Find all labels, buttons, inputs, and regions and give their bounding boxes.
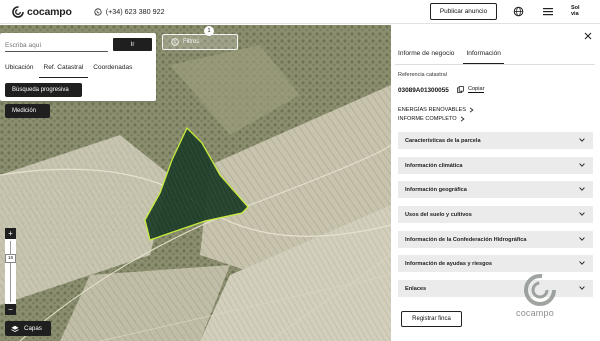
publish-listing-button[interactable]: Publicar anuncio [430,3,497,20]
accordion-label: Información de la Confederación Hidrográ… [405,236,527,243]
chevron-down-icon [579,187,585,191]
accordion-parcel-characteristics[interactable]: Características de la parcela [398,132,593,149]
panel-tabs: Informe de negocio Información [395,45,595,65]
close-icon[interactable] [584,32,592,40]
renewable-energy-label: ENERGÍAS RENOVABLES [398,107,466,113]
tab-informacion[interactable]: Información [463,45,504,64]
chevron-down-icon [579,163,585,167]
tab-ubicacion[interactable]: Ubicación [0,57,39,78]
cadastral-ref-value: 03089A01300055 [398,87,449,94]
accordion-label: Información geográfica [405,186,467,193]
info-panel: Informe de negocio Información Referenci… [391,25,600,341]
accordion-hydrographic-info[interactable]: Información de la Confederación Hidrográ… [398,231,593,248]
filters-button[interactable]: Filtros [162,34,238,50]
measure-button[interactable]: Medición [5,104,50,118]
chevron-down-icon [579,286,585,290]
copy-button[interactable]: Copiar [457,86,485,93]
satellite-map[interactable]: Ir Ubicación Ref. Catastral Coordenadas … [0,25,391,341]
register-property-button[interactable]: Registrar finca [401,311,462,327]
filters-count-badge: 1 [204,26,214,36]
accordion-climate-info[interactable]: Información climática [398,157,593,174]
top-header: cocampo (+34) 623 380 922 Publicar anunc… [0,0,600,24]
filter-icon [171,38,179,46]
accordion-label: Usos del suelo y cultivos [405,211,472,218]
whatsapp-icon [94,7,102,16]
accordion-label: Información de ayudas y riesgos [405,260,493,267]
chevron-down-icon [579,261,585,265]
chevron-right-icon [460,116,465,122]
tab-informe-negocio[interactable]: Informe de negocio [395,45,457,64]
phone-number: (+34) 623 380 922 [105,7,165,16]
accordion-land-use[interactable]: Usos del suelo y cultivos [398,206,593,223]
zoom-out-button[interactable]: − [5,304,16,315]
search-mode-tabs: Ubicación Ref. Catastral Coordenadas [0,57,156,78]
renewable-energy-link[interactable]: ENERGÍAS RENOVABLES [398,107,474,113]
tab-coordenadas[interactable]: Coordenadas [88,57,137,78]
chevron-down-icon [579,212,585,216]
accordion-geographic-info[interactable]: Información geográfica [398,181,593,198]
partner-logo[interactable]: Sol via [571,5,580,17]
layers-button[interactable]: Capas [5,321,51,336]
tab-ref-catastral[interactable]: Ref. Catastral [38,57,89,78]
zoom-track[interactable] [10,241,11,302]
cocampo-watermark-icon [524,274,556,306]
search-go-button[interactable]: Ir [113,38,152,51]
cocampo-watermark-text: cocampo [516,308,554,318]
phone-contact[interactable]: (+34) 623 380 922 [94,7,165,16]
brand-name: cocampo [27,5,72,18]
filters-label: Filtros [183,39,200,45]
chevron-right-icon [469,107,474,113]
partner-logo-line2: via [571,11,579,17]
copy-icon [457,86,464,93]
full-report-label: INFORME COMPLETO [398,116,457,122]
zoom-level-indicator[interactable]: 16 [5,254,16,263]
brand-logo[interactable]: cocampo [12,6,72,18]
accordion-aid-and-risks[interactable]: Información de ayudas y riesgos [398,255,593,272]
cadastral-ref-label: Referencia catastral [398,72,447,78]
chevron-down-icon [579,237,585,241]
accordion-label: Enlaces [405,285,427,292]
progressive-search-button[interactable]: Búsqueda progresiva [5,83,82,97]
accordion-label: Características de la parcela [405,137,481,144]
zoom-in-button[interactable]: + [5,228,16,239]
full-report-link[interactable]: INFORME COMPLETO [398,116,465,122]
layers-icon [11,325,19,332]
accordion-label: Información climática [405,162,463,169]
zoom-control: + 16 − [5,228,16,315]
cocampo-logo-icon [12,5,24,18]
layers-label: Capas [24,325,42,332]
globe-icon[interactable] [513,6,524,17]
chevron-down-icon [579,138,585,142]
search-input[interactable] [5,39,108,52]
copy-label: Copiar [468,86,485,93]
menu-icon[interactable] [543,7,553,16]
